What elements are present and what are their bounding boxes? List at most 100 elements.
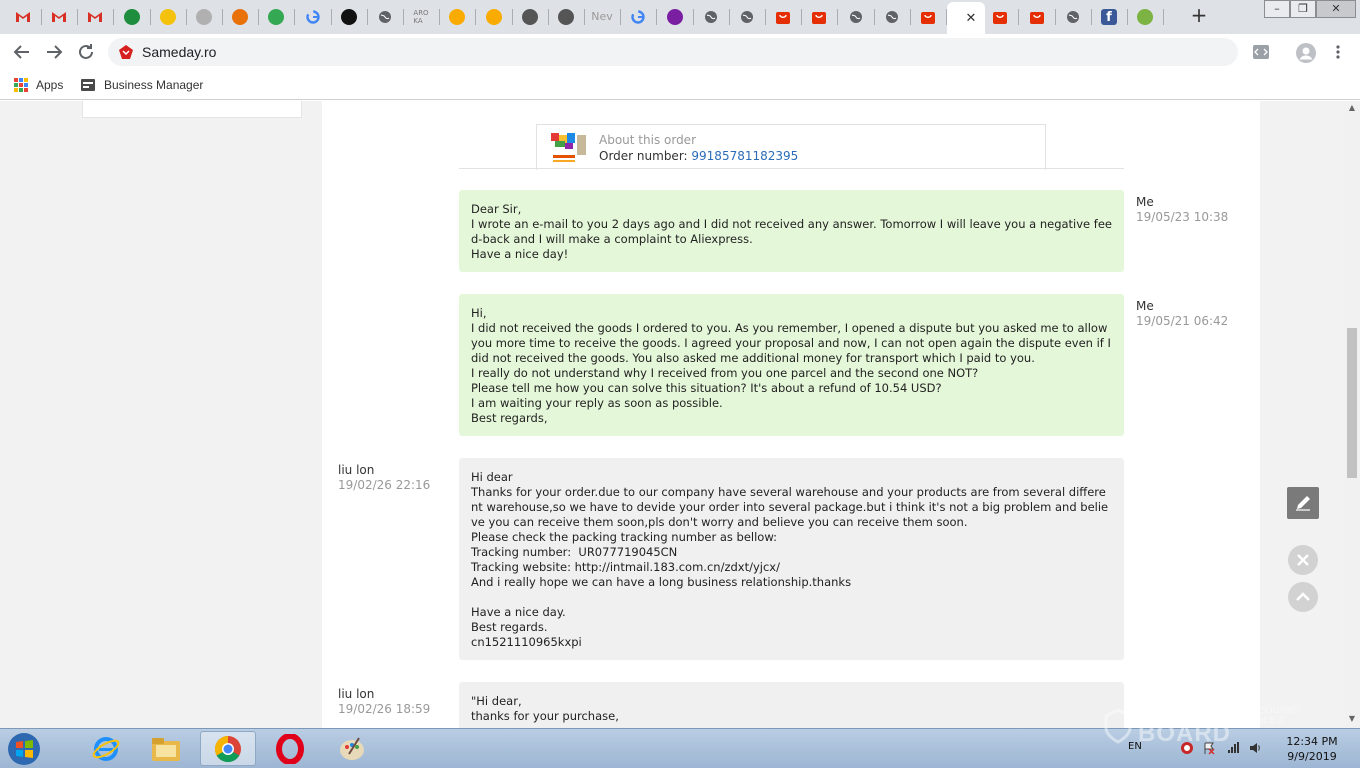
- divider: [459, 168, 1124, 169]
- scroll-top-button[interactable]: [1288, 582, 1318, 612]
- browser-tab[interactable]: [368, 4, 402, 30]
- security-tray-icon[interactable]: [1180, 741, 1194, 755]
- bookmark-apps[interactable]: Apps: [14, 76, 63, 94]
- bookmarks-bar: Apps Business Manager: [0, 70, 1360, 100]
- product-thumbnail[interactable]: [549, 131, 589, 165]
- taskbar-app-chrome[interactable]: [200, 731, 256, 766]
- tab-active[interactable]: ✕: [947, 2, 985, 34]
- browser-tab[interactable]: [6, 4, 40, 30]
- taskbar-clock[interactable]: 12:34 PM 9/9/2019: [1282, 734, 1342, 764]
- google-icon: [305, 9, 321, 25]
- close-circle-button[interactable]: [1288, 545, 1318, 575]
- close-window-button[interactable]: ✕: [1316, 0, 1356, 18]
- taskbar-app-ie[interactable]: [78, 731, 134, 766]
- order-caption: About this order: [599, 133, 697, 147]
- profile-avatar-icon[interactable]: [1296, 43, 1316, 63]
- browser-tab[interactable]: [259, 4, 293, 30]
- tab-separator: [113, 9, 114, 25]
- new-tab-button[interactable]: +: [1188, 5, 1210, 27]
- tab-separator: [294, 9, 295, 25]
- scroll-down-arrow-icon[interactable]: ▼: [1348, 715, 1356, 723]
- extension-code-icon[interactable]: [1252, 43, 1270, 61]
- taskbar-app-opera[interactable]: [262, 731, 318, 766]
- tab-separator: [1163, 9, 1164, 25]
- browser-tab[interactable]: [549, 4, 583, 30]
- browser-tab[interactable]: [440, 4, 474, 30]
- globe-icon: [703, 9, 719, 25]
- taskbar-app-paint[interactable]: [324, 731, 380, 766]
- reload-button[interactable]: [74, 40, 98, 64]
- browser-tab[interactable]: [151, 4, 185, 30]
- flag-tray-icon[interactable]: [1202, 741, 1216, 755]
- taskbar-app-explorer[interactable]: [138, 731, 194, 766]
- browser-tab[interactable]: ARO KA: [404, 4, 438, 30]
- browser-tab[interactable]: [1128, 4, 1162, 30]
- close-tab-icon[interactable]: ✕: [966, 11, 977, 26]
- compose-button[interactable]: [1287, 487, 1319, 519]
- browser-tab[interactable]: [802, 4, 836, 30]
- balloon-icon: [232, 9, 248, 25]
- message-sender: Me: [1136, 195, 1154, 209]
- minimize-button[interactable]: –: [1264, 0, 1290, 18]
- browser-tab[interactable]: [658, 4, 692, 30]
- address-bar[interactable]: Sameday.ro: [108, 38, 1238, 66]
- browser-tab[interactable]: [839, 4, 873, 30]
- language-indicator[interactable]: EN: [1128, 741, 1142, 752]
- paint-icon: [340, 736, 364, 760]
- browser-tab[interactable]: [296, 4, 330, 30]
- apps-grid-icon: [14, 78, 28, 92]
- browser-tab[interactable]: f: [1092, 4, 1126, 30]
- browser-tab[interactable]: [115, 4, 149, 30]
- page-scrollbar[interactable]: ▲ ▼: [1344, 101, 1360, 728]
- file-explorer-icon: [152, 737, 180, 761]
- back-button[interactable]: [10, 40, 34, 64]
- browser-tab[interactable]: [1056, 4, 1090, 30]
- browser-tab[interactable]: [621, 4, 655, 30]
- browser-tab[interactable]: [223, 4, 257, 30]
- system-tray: EN 12:34 PM 9/9/2019: [1118, 729, 1360, 768]
- heart-icon: [268, 9, 284, 25]
- forward-button[interactable]: [42, 40, 66, 64]
- order-info-card[interactable]: About this order Order number: 991857811…: [536, 124, 1046, 170]
- purple-logo-icon: [667, 9, 683, 25]
- left-sidebar-card: [82, 101, 302, 118]
- tab-separator: [475, 9, 476, 25]
- message-sender: liu lon: [338, 463, 375, 477]
- message-bubble-me: Hi, I did not received the goods I order…: [459, 294, 1124, 436]
- browser-tab[interactable]: Nev: [585, 4, 619, 30]
- network-tray-icon[interactable]: [1226, 741, 1240, 755]
- browser-tab[interactable]: [78, 4, 112, 30]
- start-button[interactable]: [4, 731, 44, 767]
- page-viewport: About this order Order number: 991857811…: [0, 101, 1360, 728]
- browser-tab[interactable]: [42, 4, 76, 30]
- browser-toolbar: Sameday.ro: [0, 34, 1360, 70]
- browser-tab[interactable]: [875, 4, 909, 30]
- browser-tab[interactable]: [983, 4, 1017, 30]
- restore-button[interactable]: ❐: [1290, 0, 1316, 18]
- message-sender: Me: [1136, 299, 1154, 313]
- scroll-up-arrow-icon[interactable]: ▲: [1348, 104, 1356, 112]
- browser-tab[interactable]: [477, 4, 511, 30]
- browser-tab[interactable]: [911, 4, 945, 30]
- facebook-icon: f: [1101, 9, 1117, 25]
- message-time: 19/05/21 06:42: [1136, 314, 1229, 328]
- browser-tab[interactable]: [766, 4, 800, 30]
- browser-tab[interactable]: [694, 4, 728, 30]
- browser-tab[interactable]: [513, 4, 547, 30]
- message-sender: liu lon: [338, 687, 375, 701]
- green-badge-icon: [1137, 9, 1153, 25]
- browser-menu-icon[interactable]: [1334, 43, 1352, 61]
- order-number-line: Order number: 99185781182395: [599, 149, 798, 163]
- browser-tab[interactable]: [730, 4, 764, 30]
- bookmark-business-manager[interactable]: Business Manager: [80, 76, 203, 94]
- opera-icon: [276, 733, 304, 764]
- windows-taskbar: EN 12:34 PM 9/9/2019: [0, 728, 1360, 768]
- browser-tab[interactable]: [187, 4, 221, 30]
- globe-icon: [848, 9, 864, 25]
- scrollbar-thumb[interactable]: [1347, 328, 1357, 478]
- volume-tray-icon[interactable]: [1248, 741, 1262, 755]
- browser-tab[interactable]: [1020, 4, 1054, 30]
- tab-separator: [656, 9, 657, 25]
- order-number-link[interactable]: 99185781182395: [691, 149, 798, 163]
- browser-tab[interactable]: [332, 4, 366, 30]
